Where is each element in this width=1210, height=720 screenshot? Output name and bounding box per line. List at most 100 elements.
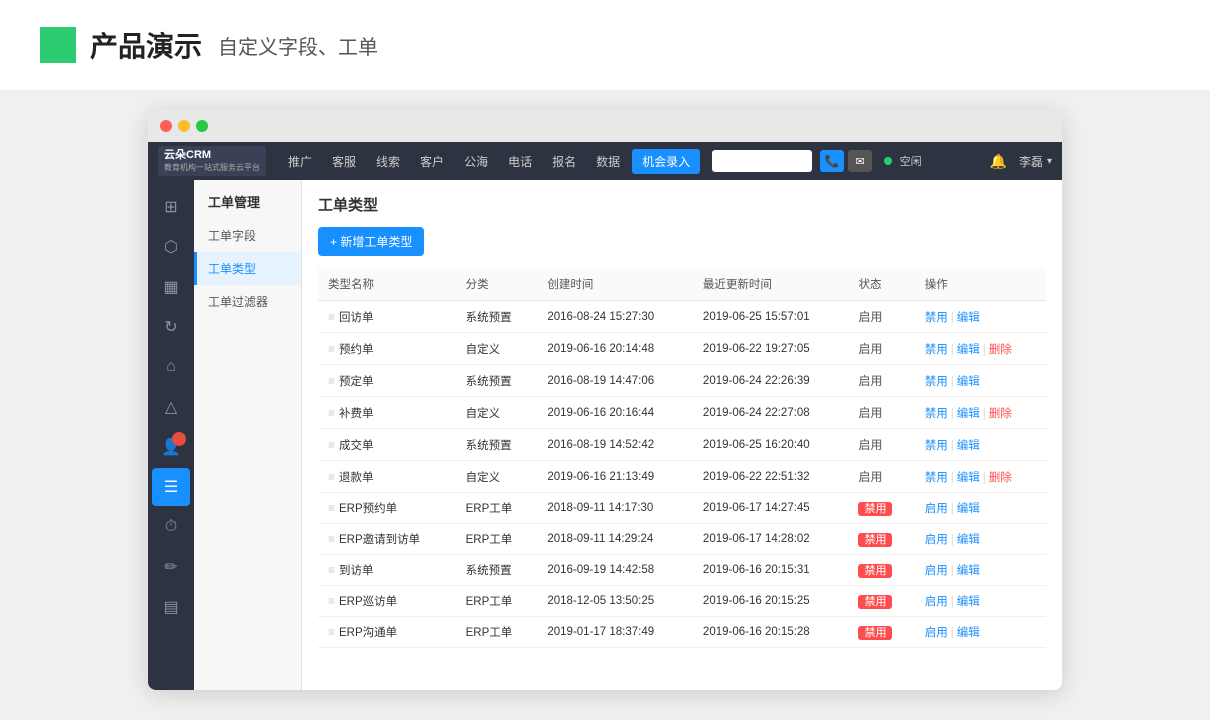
cell-updated: 2019-06-16 20:15:25 [693, 586, 849, 617]
table-row: ≡ERP沟通单ERP工单2019-01-17 18:37:492019-06-1… [318, 617, 1046, 648]
action-编辑[interactable]: 编辑 [957, 596, 980, 608]
drag-icon: ≡ [328, 406, 335, 420]
sub-sidebar-item-field[interactable]: 工单字段 [194, 219, 301, 252]
sidebar-icon-folder[interactable]: ▤ [152, 588, 190, 626]
action-禁用[interactable]: 禁用 [925, 440, 948, 452]
action-编辑[interactable]: 编辑 [957, 408, 980, 420]
action-编辑[interactable]: 编辑 [957, 472, 980, 484]
table-row: ≡ERP巡访单ERP工单2018-12-05 13:50:252019-06-1… [318, 586, 1046, 617]
cell-updated: 2019-06-22 19:27:05 [693, 333, 849, 365]
action-禁用[interactable]: 禁用 [925, 344, 948, 356]
nav-item-tuiguang[interactable]: 推广 [280, 149, 320, 174]
nav-item-jiyilu[interactable]: 机会录入 [632, 149, 700, 174]
add-ticket-type-button[interactable]: + 新增工单类型 [318, 227, 424, 256]
action-编辑[interactable]: 编辑 [957, 344, 980, 356]
action-启用[interactable]: 启用 [925, 596, 948, 608]
close-dot[interactable] [160, 120, 172, 132]
action-编辑[interactable]: 编辑 [957, 627, 980, 639]
sub-sidebar: 工单管理 工单字段 工单类型 工单过滤器 [194, 180, 302, 690]
content-area: 工单类型 + 新增工单类型 类型名称 分类 创建时间 最近更新时间 状态 操作 [302, 180, 1062, 690]
cell-name: ≡ERP沟通单 [318, 617, 456, 648]
notification-bell-icon[interactable]: 🔔 [990, 153, 1007, 170]
sidebar-icon-bell[interactable]: △ [152, 388, 190, 426]
action-编辑[interactable]: 编辑 [957, 312, 980, 324]
cell-status: 禁用 [848, 586, 914, 617]
action-禁用[interactable]: 禁用 [925, 312, 948, 324]
status-dot [884, 157, 892, 165]
cell-actions: 禁用|编辑|删除 [915, 461, 1046, 493]
sidebar-icon-ticket[interactable]: ☰ [152, 468, 190, 506]
cell-updated: 2019-06-24 22:27:08 [693, 397, 849, 429]
action-禁用[interactable]: 禁用 [925, 408, 948, 420]
minimize-dot[interactable] [178, 120, 190, 132]
sidebar-icon-refresh[interactable]: ↻ [152, 308, 190, 346]
action-禁用[interactable]: 禁用 [925, 376, 948, 388]
cell-actions: 启用|编辑 [915, 617, 1046, 648]
action-编辑[interactable]: 编辑 [957, 534, 980, 546]
cell-actions: 禁用|编辑|删除 [915, 333, 1046, 365]
browser-window: 云朵CRM 教育机构一站式服务云平台 推广 客服 线索 客户 公海 电话 报名 … [148, 110, 1062, 690]
main-layout: ⊞ ⬡ ▦ ↻ ⌂ △ 👤 ☰ ⏱ ✏ ▤ 工单管理 工单字段 工单类型 [148, 180, 1062, 690]
cell-status: 启用 [848, 333, 914, 365]
sidebar-icon-clock[interactable]: ⏱ [152, 508, 190, 546]
table-row: ≡ERP邀请到访单ERP工单2018-09-11 14:29:242019-06… [318, 524, 1046, 555]
cell-created: 2019-06-16 21:13:49 [537, 461, 693, 493]
action-启用[interactable]: 启用 [925, 627, 948, 639]
nav-item-baoming[interactable]: 报名 [544, 149, 584, 174]
sidebar-icon-home[interactable]: ⌂ [152, 348, 190, 386]
action-编辑[interactable]: 编辑 [957, 376, 980, 388]
action-启用[interactable]: 启用 [925, 534, 948, 546]
drag-icon: ≡ [328, 310, 335, 324]
cell-status: 启用 [848, 397, 914, 429]
status-text: 空闲 [900, 156, 922, 168]
nav-item-kefu[interactable]: 客服 [324, 149, 364, 174]
drag-icon: ≡ [328, 501, 335, 515]
col-name: 类型名称 [318, 268, 456, 301]
banner-subtitle: 自定义字段、工单 [218, 31, 378, 60]
cell-status: 禁用 [848, 493, 914, 524]
action-启用[interactable]: 启用 [925, 565, 948, 577]
action-编辑[interactable]: 编辑 [957, 565, 980, 577]
sub-sidebar-item-type[interactable]: 工单类型 [194, 252, 301, 285]
message-icon[interactable]: ✉ [848, 150, 872, 172]
action-delete[interactable]: 删除 [989, 408, 1012, 420]
drag-icon: ≡ [328, 438, 335, 452]
cell-updated: 2019-06-16 20:15:31 [693, 555, 849, 586]
status-badge: 启用 [858, 406, 882, 420]
action-启用[interactable]: 启用 [925, 503, 948, 515]
cell-updated: 2019-06-17 14:27:45 [693, 493, 849, 524]
action-编辑[interactable]: 编辑 [957, 440, 980, 452]
nav-item-kehu[interactable]: 客户 [412, 149, 452, 174]
cell-status: 启用 [848, 301, 914, 333]
nav-item-xianshuo[interactable]: 线索 [368, 149, 408, 174]
sidebar-icon-tag[interactable]: ✏ [152, 548, 190, 586]
nav-search-input[interactable] [712, 150, 812, 172]
action-编辑[interactable]: 编辑 [957, 503, 980, 515]
cell-actions: 启用|编辑 [915, 586, 1046, 617]
sidebar-icon-grid[interactable]: ⊞ [152, 188, 190, 226]
cell-status: 启用 [848, 461, 914, 493]
action-禁用[interactable]: 禁用 [925, 472, 948, 484]
action-delete[interactable]: 删除 [989, 472, 1012, 484]
nav-item-shuju[interactable]: 数据 [588, 149, 628, 174]
cell-name: ≡预约单 [318, 333, 456, 365]
user-dropdown-arrow[interactable]: ▾ [1047, 156, 1052, 167]
phone-icon[interactable]: 📞 [820, 150, 844, 172]
nav-item-dianhua[interactable]: 电话 [500, 149, 540, 174]
sidebar-icon-shield[interactable]: ⬡ [152, 228, 190, 266]
cell-created: 2018-09-11 14:29:24 [537, 524, 693, 555]
sidebar-icon-chart[interactable]: ▦ [152, 268, 190, 306]
sidebar-icon-user[interactable]: 👤 [152, 428, 190, 466]
sub-sidebar-item-filter[interactable]: 工单过滤器 [194, 285, 301, 318]
col-category: 分类 [456, 268, 538, 301]
table-row: ≡ERP预约单ERP工单2018-09-11 14:17:302019-06-1… [318, 493, 1046, 524]
maximize-dot[interactable] [196, 120, 208, 132]
cell-actions: 禁用|编辑 [915, 365, 1046, 397]
sub-sidebar-title: 工单管理 [194, 180, 301, 219]
cell-name: ≡回访单 [318, 301, 456, 333]
nav-item-gonghai[interactable]: 公海 [456, 149, 496, 174]
table-row: ≡退款单自定义2019-06-16 21:13:492019-06-22 22:… [318, 461, 1046, 493]
cell-category: 系统预置 [456, 555, 538, 586]
cell-actions: 启用|编辑 [915, 555, 1046, 586]
action-delete[interactable]: 删除 [989, 344, 1012, 356]
